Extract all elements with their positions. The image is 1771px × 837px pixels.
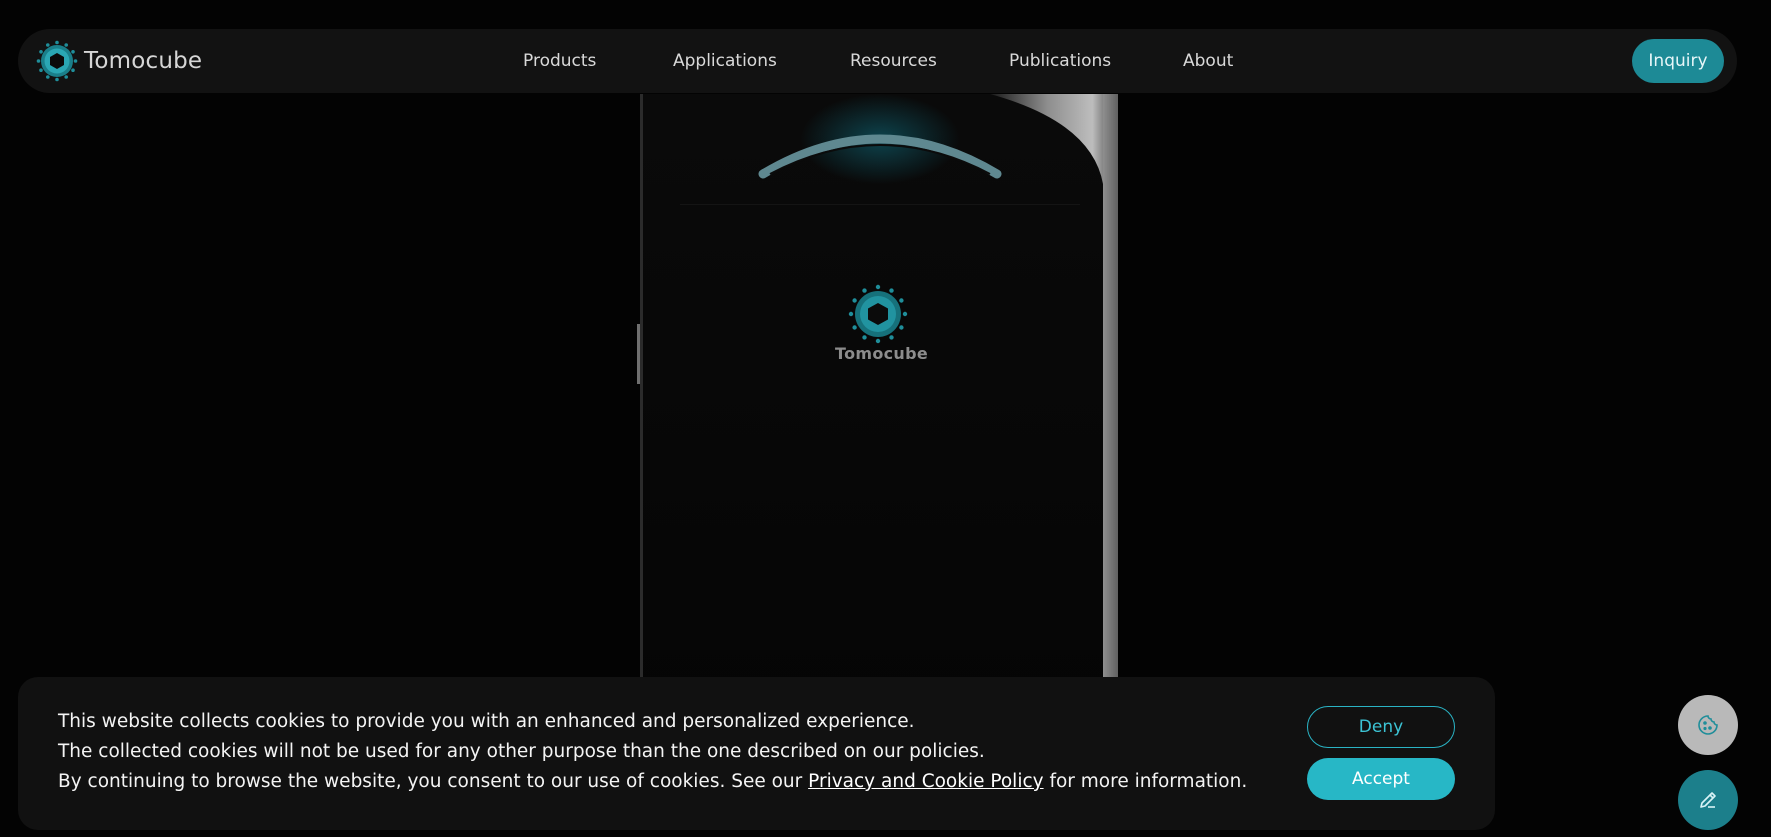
brand-name: Tomocube	[84, 48, 203, 74]
cookie-icon	[1698, 715, 1718, 735]
hexagon-logo-icon	[848, 284, 908, 344]
cookie-line-3-after: for more information.	[1043, 771, 1248, 792]
inquiry-button[interactable]: Inquiry	[1632, 39, 1724, 83]
nav-item-resources[interactable]: Resources	[850, 29, 937, 93]
cookie-line-2: The collected cookies will not be used f…	[58, 741, 985, 762]
top-navbar: Tomocube Products Applications Resources…	[18, 29, 1737, 93]
cookie-line-3-before: By continuing to browse the website, you…	[58, 771, 809, 792]
device-logo: Tomocube	[835, 284, 929, 363]
cookie-settings-button[interactable]	[1678, 695, 1738, 755]
cookie-line-3: By continuing to browse the website, you…	[58, 767, 1247, 797]
privacy-policy-link[interactable]: Privacy and Cookie Policy	[808, 771, 1043, 792]
hexagon-logo-icon	[36, 40, 78, 82]
nav-item-publications[interactable]: Publications	[1009, 29, 1111, 93]
brand-logo-link[interactable]: Tomocube	[36, 40, 202, 82]
nav-item-products[interactable]: Products	[523, 29, 596, 93]
nav-item-about[interactable]: About	[1183, 29, 1233, 93]
device-brand-text: Tomocube	[835, 344, 929, 363]
accept-cookies-button[interactable]: Accept	[1307, 758, 1455, 800]
cookie-message: This website collects cookies to provide…	[58, 707, 1247, 797]
cookie-consent-banner: This website collects cookies to provide…	[18, 677, 1495, 830]
deny-cookies-button[interactable]: Deny	[1307, 706, 1455, 748]
nav-item-applications[interactable]: Applications	[673, 29, 777, 93]
cookie-line-1: This website collects cookies to provide…	[58, 711, 915, 732]
edit-feedback-button[interactable]	[1678, 770, 1738, 830]
pencil-icon	[1700, 792, 1716, 808]
